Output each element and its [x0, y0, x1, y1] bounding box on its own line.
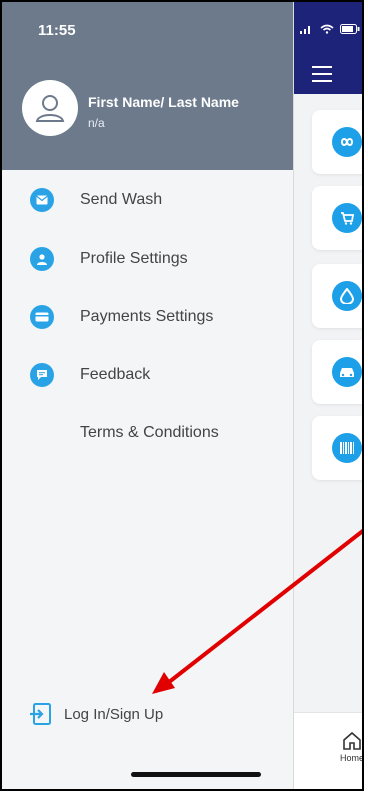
- menu-label: Payments Settings: [80, 308, 214, 325]
- drawer-menu: Send Wash Profile Settings Payments Sett…: [2, 170, 293, 462]
- car-icon: [332, 357, 362, 387]
- user-avatar-icon: [35, 95, 65, 122]
- cart-icon: [332, 203, 362, 233]
- barcode-icon: [332, 433, 362, 463]
- battery-icon: [340, 24, 360, 34]
- screen-frame: Home 11:55 First Name/ Last Name n/a Sen…: [0, 0, 364, 791]
- hamburger-menu-icon[interactable]: [312, 66, 332, 87]
- login-label: Log In/Sign Up: [64, 705, 164, 723]
- menu-item-terms-conditions[interactable]: Terms & Conditions: [2, 404, 293, 462]
- service-card-vehicle[interactable]: [312, 340, 362, 404]
- menu-item-send-wash[interactable]: Send Wash: [2, 170, 293, 230]
- main-top-bar: [294, 2, 362, 94]
- navigation-drawer: 11:55 First Name/ Last Name n/a Send Was…: [2, 2, 294, 789]
- bottom-tab-bar: Home: [294, 712, 362, 789]
- infinity-icon: [332, 127, 362, 157]
- service-card-barcode[interactable]: [312, 416, 362, 480]
- avatar[interactable]: [22, 80, 78, 136]
- menu-label: Send Wash: [80, 191, 163, 208]
- tab-home-label[interactable]: Home: [340, 753, 362, 763]
- home-indicator: [131, 772, 261, 777]
- service-card-wash[interactable]: [312, 264, 362, 328]
- main-screen: Home: [294, 2, 362, 789]
- service-card-shop[interactable]: [312, 186, 362, 250]
- drawer-header: 11:55 First Name/ Last Name n/a: [2, 2, 293, 170]
- water-drop-icon: [332, 281, 362, 311]
- menu-label: Profile Settings: [80, 250, 188, 267]
- service-card-unlimited[interactable]: [312, 110, 362, 174]
- chat-icon: [30, 363, 54, 387]
- wifi-icon: [320, 24, 334, 34]
- home-icon[interactable]: [342, 731, 362, 751]
- menu-item-payments-settings[interactable]: Payments Settings: [2, 288, 293, 346]
- menu-item-profile-settings[interactable]: Profile Settings: [2, 230, 293, 288]
- login-signup-button[interactable]: Log In/Sign Up: [28, 702, 163, 726]
- mail-icon: [30, 188, 54, 212]
- status-time: 11:55: [38, 22, 76, 39]
- login-icon: [30, 703, 51, 725]
- status-icons: [300, 24, 360, 34]
- person-icon: [30, 247, 54, 271]
- signal-icon: [300, 26, 310, 34]
- user-subtitle: n/a: [88, 116, 105, 130]
- menu-item-feedback[interactable]: Feedback: [2, 346, 293, 404]
- menu-label: Feedback: [80, 366, 151, 383]
- user-name: First Name/ Last Name: [88, 94, 239, 110]
- menu-label: Terms & Conditions: [80, 424, 219, 441]
- card-icon: [30, 305, 54, 329]
